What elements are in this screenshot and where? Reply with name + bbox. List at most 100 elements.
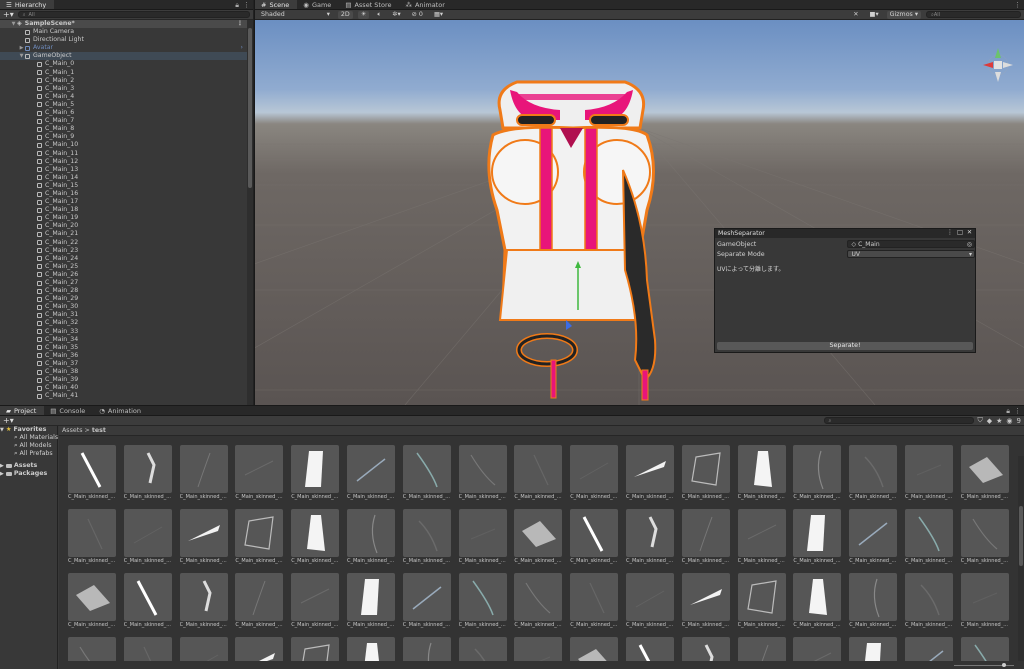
asset-item[interactable]: C_Main_skinned_... [347,573,397,633]
lock-icon[interactable]: 🔒︎ [1006,407,1010,416]
asset-item[interactable]: C_Main_skinned_... [626,509,676,569]
hidden-objects-icon[interactable]: ⊘ 0 [409,11,426,19]
scene-row[interactable]: ▼ ◈ SampleScene* ⋮ [0,20,247,29]
tab-hierarchy[interactable]: ☰ Hierarchy [0,0,55,9]
expand-arrow-icon[interactable]: ▼ [10,20,17,28]
expand-arrow-icon[interactable]: ▶ [0,462,4,470]
hierarchy-child-item[interactable]: C_Main_28 [0,287,247,295]
asset-item[interactable]: C_Main_skinned_... [793,509,843,569]
more-icon[interactable]: ⋮ [1014,407,1021,416]
hierarchy-child-item[interactable]: C_Main_26 [0,271,247,279]
asset-item[interactable] [123,637,174,661]
hierarchy-child-item[interactable]: C_Main_35 [0,344,247,352]
asset-item[interactable]: C_Main_skinned_... [179,573,230,633]
breadcrumb-root[interactable]: Assets [62,427,83,434]
asset-item[interactable]: C_Main_skinned_... [570,445,620,505]
hierarchy-child-item[interactable]: C_Main_3 [0,85,247,93]
asset-item[interactable]: C_Main_skinned_... [235,573,285,633]
scene-search-input[interactable]: ⌕ All [926,11,1021,18]
favorite-item[interactable]: ⌕ All Materials [0,434,58,442]
hierarchy-child-item[interactable]: C_Main_4 [0,93,247,101]
hierarchy-child-item[interactable]: C_Main_16 [0,190,247,198]
gameobject-field[interactable]: ◇ C_Main ◎ [847,240,975,248]
asset-item[interactable]: C_Main_skinned_... [291,573,341,633]
hierarchy-child-item[interactable]: C_Main_7 [0,117,247,125]
hierarchy-child-item[interactable]: C_Main_11 [0,150,247,158]
favorite-star-icon[interactable]: ★ [996,417,1002,425]
hierarchy-child-item[interactable]: C_Main_9 [0,133,247,141]
hierarchy-child-item[interactable]: C_Main_1 [0,69,247,77]
project-search-input[interactable]: ⌕ [823,417,974,424]
asset-item[interactable]: C_Main_skinned_... [570,509,620,569]
hierarchy-child-item[interactable]: C_Main_39 [0,376,247,384]
hierarchy-child-item[interactable]: C_Main_20 [0,222,247,230]
asset-item[interactable] [681,637,732,661]
asset-item[interactable]: C_Main_skinned_... [458,573,509,633]
hierarchy-child-item[interactable]: C_Main_8 [0,125,247,133]
hierarchy-child-item[interactable]: C_Main_29 [0,295,247,303]
asset-item[interactable]: C_Main_skinned_... [737,573,788,633]
hierarchy-child-item[interactable]: C_Main_23 [0,247,247,255]
tab-console[interactable]: ▤ Console [44,406,93,415]
asset-item[interactable]: C_Main_skinned_... [402,445,453,505]
grid-toggle-icon[interactable]: ▦▾ [431,11,446,19]
asset-item[interactable]: C_Main_skinned_... [793,573,843,633]
separate-mode-dropdown[interactable]: UV ▾ [847,250,975,258]
asset-item[interactable]: C_Main_skinned_... [737,445,788,505]
asset-item[interactable] [737,637,788,661]
asset-item[interactable]: C_Main_skinned_... [179,509,230,569]
hierarchy-child-item[interactable]: C_Main_17 [0,198,247,206]
asset-item[interactable]: C_Main_skinned_... [793,445,843,505]
asset-item[interactable] [570,637,620,661]
tab-animation[interactable]: ◔ Animation [93,406,149,415]
hierarchy-child-item[interactable]: C_Main_6 [0,109,247,117]
asset-item[interactable] [291,637,341,661]
close-icon[interactable]: ✕ [967,229,972,236]
visibility-icon[interactable]: ◉ [1006,417,1012,425]
chevron-right-icon[interactable]: › [241,44,243,52]
asset-item[interactable]: C_Main_skinned_... [905,509,955,569]
asset-item[interactable]: C_Main_skinned_... [68,573,118,633]
asset-item[interactable]: C_Main_skinned_... [849,573,899,633]
asset-item[interactable] [626,637,676,661]
hierarchy-child-item[interactable]: C_Main_12 [0,158,247,166]
asset-item[interactable]: C_Main_skinned_... [347,509,397,569]
more-icon[interactable]: ⋮ [243,1,250,10]
hierarchy-child-item[interactable]: C_Main_37 [0,360,247,368]
asset-item[interactable]: C_Main_skinned_... [681,573,732,633]
folder-row-packages[interactable]: ▶ Packages [0,470,57,478]
asset-item[interactable]: C_Main_skinned_... [514,509,564,569]
tab-game[interactable]: ◉ Game [297,0,339,9]
asset-item[interactable]: C_Main_skinned_... [291,445,341,505]
asset-item[interactable]: C_Main_skinned_... [68,509,118,569]
asset-item[interactable]: C_Main_skinned_... [402,573,453,633]
asset-item[interactable]: C_Main_skinned_... [905,445,955,505]
mesh-separator-titlebar[interactable]: MeshSeparator ⋮ □ ✕ [715,229,975,238]
filter-label-icon[interactable]: ◆ [987,417,992,425]
asset-item[interactable] [849,637,899,661]
object-picker-icon[interactable]: ◎ [967,241,972,248]
shading-mode-dropdown[interactable]: Shaded ▾ [258,11,333,19]
asset-item[interactable]: C_Main_skinned_... [235,509,285,569]
hierarchy-item-gameobject[interactable]: ▼ GameObject [0,52,247,61]
hierarchy-search-input[interactable]: ⌕ All [17,11,250,18]
asset-item[interactable] [179,637,230,661]
asset-item[interactable]: C_Main_skinned_... [458,509,509,569]
asset-item[interactable]: C_Main_skinned_... [347,445,397,505]
asset-item[interactable]: C_Main_skinned_... [681,445,732,505]
asset-item[interactable]: C_Main_skinned_... [681,509,732,569]
hierarchy-child-item[interactable]: C_Main_14 [0,174,247,182]
asset-item[interactable]: C_Main_skinned_... [402,509,453,569]
hierarchy-child-item[interactable]: C_Main_18 [0,206,247,214]
expand-arrow-icon[interactable]: ▼ [18,52,25,60]
hierarchy-child-item[interactable]: C_Main_40 [0,384,247,392]
asset-item[interactable]: C_Main_skinned_... [905,573,955,633]
project-scroll-thumb[interactable] [1019,506,1023,566]
orientation-gizmo[interactable] [983,48,1013,82]
thumbnail-size-slider[interactable] [954,663,1014,667]
asset-item[interactable]: C_Main_skinned_... [960,573,1011,633]
hierarchy-child-item[interactable]: C_Main_2 [0,77,247,85]
more-icon[interactable]: ⋮ [947,229,953,236]
hierarchy-child-item[interactable]: C_Main_10 [0,141,247,149]
hierarchy-child-item[interactable]: C_Main_31 [0,311,247,319]
